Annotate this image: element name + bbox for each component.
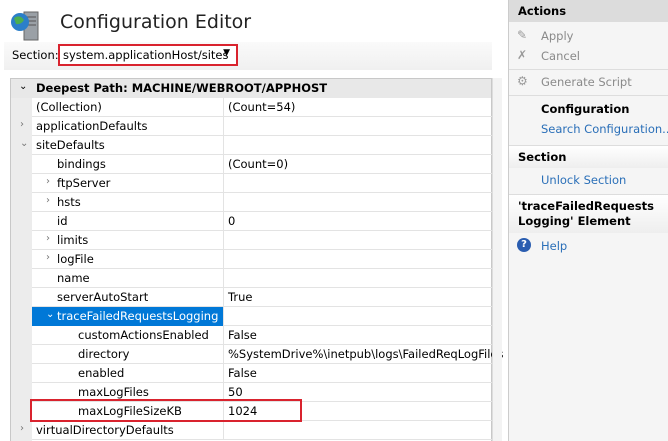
actions-header: Actions [509,0,668,22]
property-name: (Collection) [36,100,102,114]
property-name: name [57,271,90,285]
vertical-scrollbar[interactable] [492,78,502,441]
property-grid: ⌄ Deepest Path: MACHINE/WEBROOT/APPHOST … [10,78,504,441]
cancel-action[interactable]: ✗ Cancel [509,46,668,66]
table-row[interactable]: ⌄ traceFailedRequestsLogging [32,307,492,326]
deepest-path-header[interactable]: ⌄ Deepest Path: MACHINE/WEBROOT/APPHOST [11,79,491,98]
property-value[interactable] [223,421,492,440]
chevron-right-icon[interactable]: › [46,252,50,263]
property-value[interactable] [223,174,492,193]
property-value[interactable]: %SystemDrive%\inetpub\logs\FailedReqLogF… [223,345,504,364]
table-row[interactable]: › logFile [32,250,492,269]
table-row[interactable]: › hsts [32,193,492,212]
chevron-right-icon[interactable]: › [46,195,50,206]
table-row[interactable]: directory %SystemDrive%\inetpub\logs\Fail… [32,345,504,364]
apply-action[interactable]: ✎ Apply [509,26,668,46]
section-value: system.applicationHost/sites [63,48,229,62]
property-name: traceFailedRequestsLogging [57,309,219,323]
property-name: maxLogFiles [78,385,149,399]
property-value[interactable] [223,136,492,155]
table-row[interactable]: serverAutoStart True [32,288,492,307]
property-name: virtualDirectoryDefaults [36,423,174,437]
property-name: bindings [57,157,106,171]
property-value[interactable]: (Count=0) [223,155,492,174]
cancel-label: Cancel [541,49,580,63]
property-name: serverAutoStart [57,290,149,304]
grid-gutter [11,98,32,441]
table-row[interactable]: ⌄ siteDefaults [20,136,492,155]
help-label: Help [541,239,568,253]
section-label: Section: [12,48,59,62]
configuration-heading: Configuration [541,102,630,116]
main-panel: Configuration Editor Section: system.app… [0,0,505,441]
chevron-right-icon[interactable]: › [20,423,24,434]
page-title: Configuration Editor [60,11,252,33]
chevron-right-icon[interactable]: › [46,176,50,187]
property-name: limits [57,233,89,247]
cancel-icon: ✗ [517,48,528,62]
property-value[interactable] [223,269,492,288]
table-row[interactable]: customActionsEnabled False [32,326,492,345]
chevron-down-icon: ⌄ [19,81,28,92]
deepest-path-label: Deepest Path: MACHINE/WEBROOT/APPHOST [36,81,328,95]
table-row[interactable]: enabled False [32,364,492,383]
property-value[interactable]: False [223,326,492,345]
table-row[interactable]: bindings (Count=0) [32,155,492,174]
apply-label: Apply [541,29,574,43]
dropdown-arrow-icon: ▼ [223,48,230,58]
property-name: hsts [57,195,81,209]
chevron-down-icon[interactable]: ⌄ [20,138,28,149]
property-value[interactable] [223,231,492,250]
help-icon: ? [517,238,531,252]
property-value[interactable] [223,117,492,136]
chevron-right-icon[interactable]: › [20,119,24,130]
table-row[interactable]: › virtualDirectoryDefaults [20,421,492,440]
section-group-header: Section [509,145,668,168]
property-name: id [57,214,68,228]
property-value[interactable]: (Count=54) [223,98,492,117]
table-row[interactable]: › applicationDefaults [20,117,492,136]
property-name: customActionsEnabled [78,328,209,342]
generate-script-action[interactable]: ⚙ Generate Script [509,72,668,92]
property-value[interactable]: 0 [223,212,492,231]
actions-pane: Actions ✎ Apply ✗ Cancel ⚙ Generate Script … [508,0,668,441]
help-link[interactable]: ? Help [509,236,668,256]
property-name: logFile [57,252,94,266]
highlight-box [30,399,302,422]
chevron-right-icon[interactable]: › [46,233,50,244]
apply-icon: ✎ [517,28,528,42]
property-value[interactable] [223,307,492,326]
generate-script-label: Generate Script [541,75,632,89]
property-value[interactable] [223,250,492,269]
unlock-section-link[interactable]: Unlock Section [509,170,668,190]
iis-server-icon [11,11,39,41]
property-name: applicationDefaults [36,119,148,133]
section-dropdown[interactable]: system.applicationHost/sites ▼ [58,44,238,66]
table-row[interactable]: › limits [32,231,492,250]
element-group-header: 'traceFailedRequestsLogging' Element [509,194,668,233]
property-value[interactable]: False [223,364,492,383]
property-name: directory [78,347,130,361]
table-row[interactable]: (Collection) (Count=54) [32,98,492,117]
property-value[interactable] [223,193,492,212]
search-configuration-link[interactable]: Search Configuration... [509,119,668,139]
table-row[interactable]: › ftpServer [32,174,492,193]
script-icon: ⚙ [517,74,528,88]
property-name: siteDefaults [36,138,105,152]
property-name: ftpServer [57,176,111,190]
property-value[interactable]: True [223,288,492,307]
table-row[interactable]: name [32,269,492,288]
table-row[interactable]: id 0 [32,212,492,231]
property-name: enabled [78,366,125,380]
chevron-down-icon[interactable]: ⌄ [46,309,54,320]
